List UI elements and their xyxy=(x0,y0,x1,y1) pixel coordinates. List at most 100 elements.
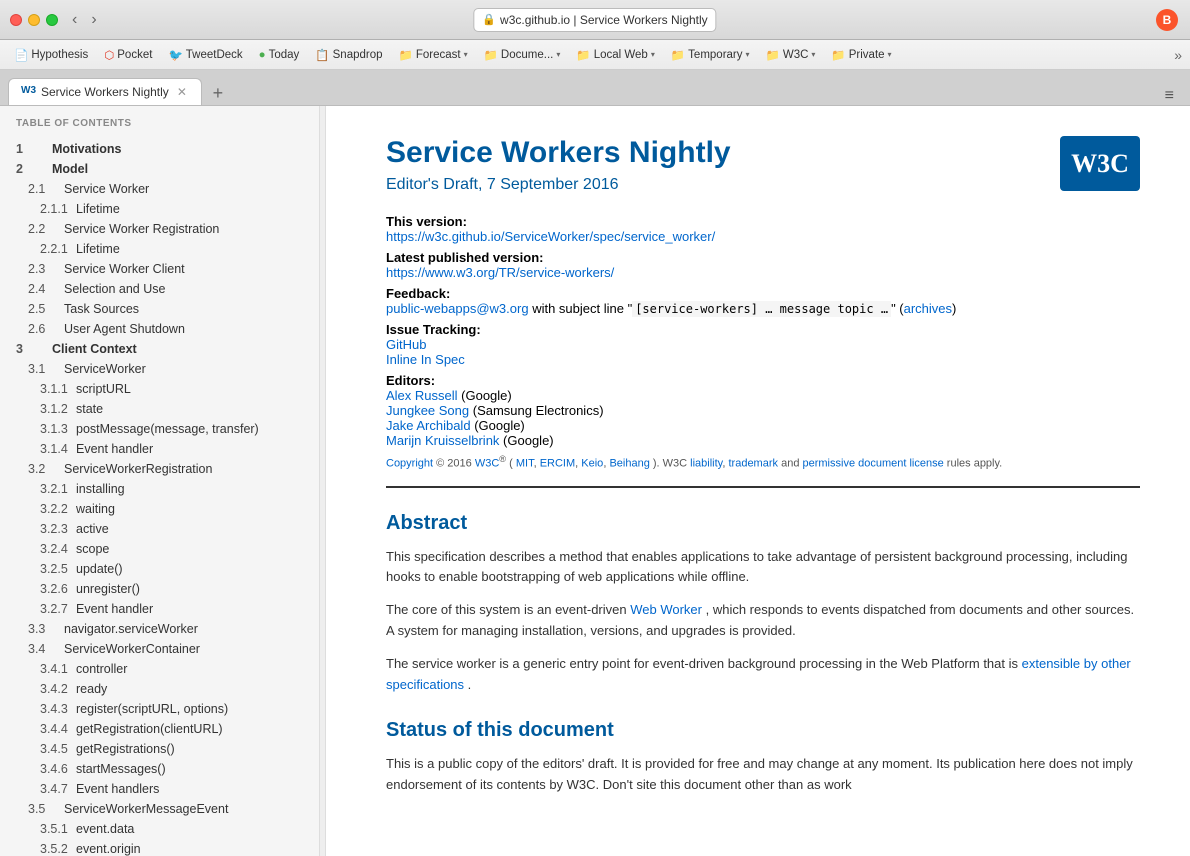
toc-item-3-2-4[interactable]: 3.2.4 scope xyxy=(0,539,319,559)
feedback-email-link[interactable]: public-webapps@w3.org xyxy=(386,301,529,316)
toc-item-3-2-6[interactable]: 3.2.6 unregister() xyxy=(0,579,319,599)
toc-item-2[interactable]: 2 Model xyxy=(0,159,319,179)
beihang-link[interactable]: Beihang xyxy=(609,458,649,470)
toc-item-3-4-4[interactable]: 3.4.4 getRegistration(clientURL) xyxy=(0,719,319,739)
bookmark-temporary[interactable]: 📁 Temporary ▾ xyxy=(665,46,756,64)
toc-number: 3.4 xyxy=(28,642,56,656)
toc-item-3-4[interactable]: 3.4 ServiceWorkerContainer xyxy=(0,639,319,659)
bookmark-forecast[interactable]: 📁 Forecast ▾ xyxy=(393,46,474,64)
browser-menu-button[interactable]: ≡ xyxy=(1165,87,1174,105)
issue-tracking-label: Issue Tracking: xyxy=(386,322,481,337)
toc-item-3-1[interactable]: 3.1 ServiceWorker xyxy=(0,359,319,379)
bookmark-w3c[interactable]: 📁 W3C ▾ xyxy=(760,46,822,64)
tab-close-button[interactable]: ✕ xyxy=(175,85,189,99)
toc-item-2-3[interactable]: 2.3 Service Worker Client xyxy=(0,259,319,279)
minimize-button[interactable] xyxy=(28,14,40,26)
divider xyxy=(386,486,1140,488)
archives-link[interactable]: archives xyxy=(904,301,952,316)
maximize-button[interactable] xyxy=(46,14,58,26)
toc-number: 3.4.7 xyxy=(40,782,68,796)
latest-version-link[interactable]: https://www.w3.org/TR/service-workers/ xyxy=(386,265,614,280)
toc-item-3-4-7[interactable]: 3.4.7 Event handlers xyxy=(0,779,319,799)
editor-marijn-link[interactable]: Marijn Kruisselbrink xyxy=(386,433,499,448)
toc-number: 3.2.5 xyxy=(40,562,68,576)
toc-number: 2.2.1 xyxy=(40,242,68,256)
forward-button[interactable]: › xyxy=(87,9,100,31)
toc-item-2-6[interactable]: 2.6 User Agent Shutdown xyxy=(0,319,319,339)
bookmark-docume[interactable]: 📁 Docume... ▾ xyxy=(478,46,567,64)
back-button[interactable]: ‹ xyxy=(68,9,81,31)
toc-item-2-2-1[interactable]: 2.2.1 Lifetime xyxy=(0,239,319,259)
w3c-link[interactable]: W3C xyxy=(475,458,499,470)
toc-item-3-2-1[interactable]: 3.2.1 installing xyxy=(0,479,319,499)
editor-jake-link[interactable]: Jake Archibald xyxy=(386,418,471,433)
toc-item-3-4-3[interactable]: 3.4.3 register(scriptURL, options) xyxy=(0,699,319,719)
toc-item-3-1-4[interactable]: 3.1.4 Event handler xyxy=(0,439,319,459)
trademark-link[interactable]: trademark xyxy=(728,458,778,470)
toc-number: 3.2.1 xyxy=(40,482,68,496)
toc-number: 2.1.1 xyxy=(40,202,68,216)
bookmark-tweetdeck[interactable]: 🐦 TweetDeck xyxy=(162,46,248,64)
bookmark-localweb[interactable]: 📁 Local Web ▾ xyxy=(570,46,660,64)
new-tab-button[interactable]: + xyxy=(206,81,230,105)
keio-link[interactable]: Keio xyxy=(581,458,603,470)
toc-item-3-3[interactable]: 3.3 navigator.serviceWorker xyxy=(0,619,319,639)
toc-item-3-2[interactable]: 3.2 ServiceWorkerRegistration xyxy=(0,459,319,479)
active-tab[interactable]: W3 Service Workers Nightly ✕ xyxy=(8,78,202,105)
toc-text: Model xyxy=(52,162,303,176)
toc-item-3-4-1[interactable]: 3.4.1 controller xyxy=(0,659,319,679)
toc-text: getRegistration(clientURL) xyxy=(76,722,303,736)
toc-item-2-2[interactable]: 2.2 Service Worker Registration xyxy=(0,219,319,239)
toc-item-2-1-1[interactable]: 2.1.1 Lifetime xyxy=(0,199,319,219)
private-label: Private xyxy=(849,49,885,61)
address-bar[interactable]: 🔒 w3c.github.io | Service Workers Nightl… xyxy=(473,8,716,32)
editor-alex-link[interactable]: Alex Russell xyxy=(386,388,458,403)
ercim-link[interactable]: ERCIM xyxy=(540,458,575,470)
toc-item-3-2-7[interactable]: 3.2.7 Event handler xyxy=(0,599,319,619)
bookmark-today[interactable]: ● Today xyxy=(253,47,306,63)
toc-item-3-5-2[interactable]: 3.5.2 event.origin xyxy=(0,839,319,856)
toc-number: 3.4.4 xyxy=(40,722,68,736)
toc-number: 3.4.2 xyxy=(40,682,68,696)
toc-item-3-1-2[interactable]: 3.1.2 state xyxy=(0,399,319,419)
snapdrop-icon: 📋 xyxy=(315,48,329,62)
toc-item-3-5[interactable]: 3.5 ServiceWorkerMessageEvent xyxy=(0,799,319,819)
toc-number: 2 xyxy=(16,162,44,176)
toc-item-2-1[interactable]: 2.1 Service Worker xyxy=(0,179,319,199)
toc-item-3-4-6[interactable]: 3.4.6 startMessages() xyxy=(0,759,319,779)
bookmark-pocket[interactable]: ⬡ Pocket xyxy=(98,46,158,64)
toc-item-1[interactable]: 1 Motivations xyxy=(0,139,319,159)
copyright-link[interactable]: Copyright xyxy=(386,458,433,470)
toc-item-3-1-3[interactable]: 3.1.3 postMessage(message, transfer) xyxy=(0,419,319,439)
liability-link[interactable]: liability xyxy=(690,458,722,470)
github-link[interactable]: GitHub xyxy=(386,337,426,352)
url-text: w3c.github.io | Service Workers Nightly xyxy=(500,13,708,27)
toc-item-3-1-1[interactable]: 3.1.1 scriptURL xyxy=(0,379,319,399)
editor-jungkee-link[interactable]: Jungkee Song xyxy=(386,403,469,418)
bookmark-hypothesis[interactable]: 📄 Hypothesis xyxy=(8,46,94,64)
toc-number: 3.1.3 xyxy=(40,422,68,436)
web-worker-link[interactable]: Web Worker xyxy=(630,602,702,617)
toc-item-3[interactable]: 3 Client Context xyxy=(0,339,319,359)
abstract-title: Abstract xyxy=(386,512,1140,535)
toc-item-2-4[interactable]: 2.4 Selection and Use xyxy=(0,279,319,299)
toc-item-3-5-1[interactable]: 3.5.1 event.data xyxy=(0,819,319,839)
toc-item-3-4-5[interactable]: 3.4.5 getRegistrations() xyxy=(0,739,319,759)
close-button[interactable] xyxy=(10,14,22,26)
toc-number: 2.6 xyxy=(28,322,56,336)
more-bookmarks-button[interactable]: » xyxy=(1174,47,1182,63)
inline-spec-link[interactable]: Inline In Spec xyxy=(386,352,465,367)
toc-item-2-5[interactable]: 2.5 Task Sources xyxy=(0,299,319,319)
toc-number: 3.2.2 xyxy=(40,502,68,516)
toc-item-3-2-3[interactable]: 3.2.3 active xyxy=(0,519,319,539)
bookmark-snapdrop[interactable]: 📋 Snapdrop xyxy=(309,46,388,64)
permissive-link[interactable]: permissive document license xyxy=(803,458,944,470)
abstract-text-1: This specification describes a method th… xyxy=(386,547,1140,589)
toc-item-3-4-2[interactable]: 3.4.2 ready xyxy=(0,679,319,699)
toc-item-3-2-2[interactable]: 3.2.2 waiting xyxy=(0,499,319,519)
this-version-link[interactable]: https://w3c.github.io/ServiceWorker/spec… xyxy=(386,229,715,244)
bookmark-private[interactable]: 📁 Private ▾ xyxy=(825,46,897,64)
mit-link[interactable]: MIT xyxy=(516,458,534,470)
toc-item-3-2-5[interactable]: 3.2.5 update() xyxy=(0,559,319,579)
toc-text: navigator.serviceWorker xyxy=(64,622,303,636)
